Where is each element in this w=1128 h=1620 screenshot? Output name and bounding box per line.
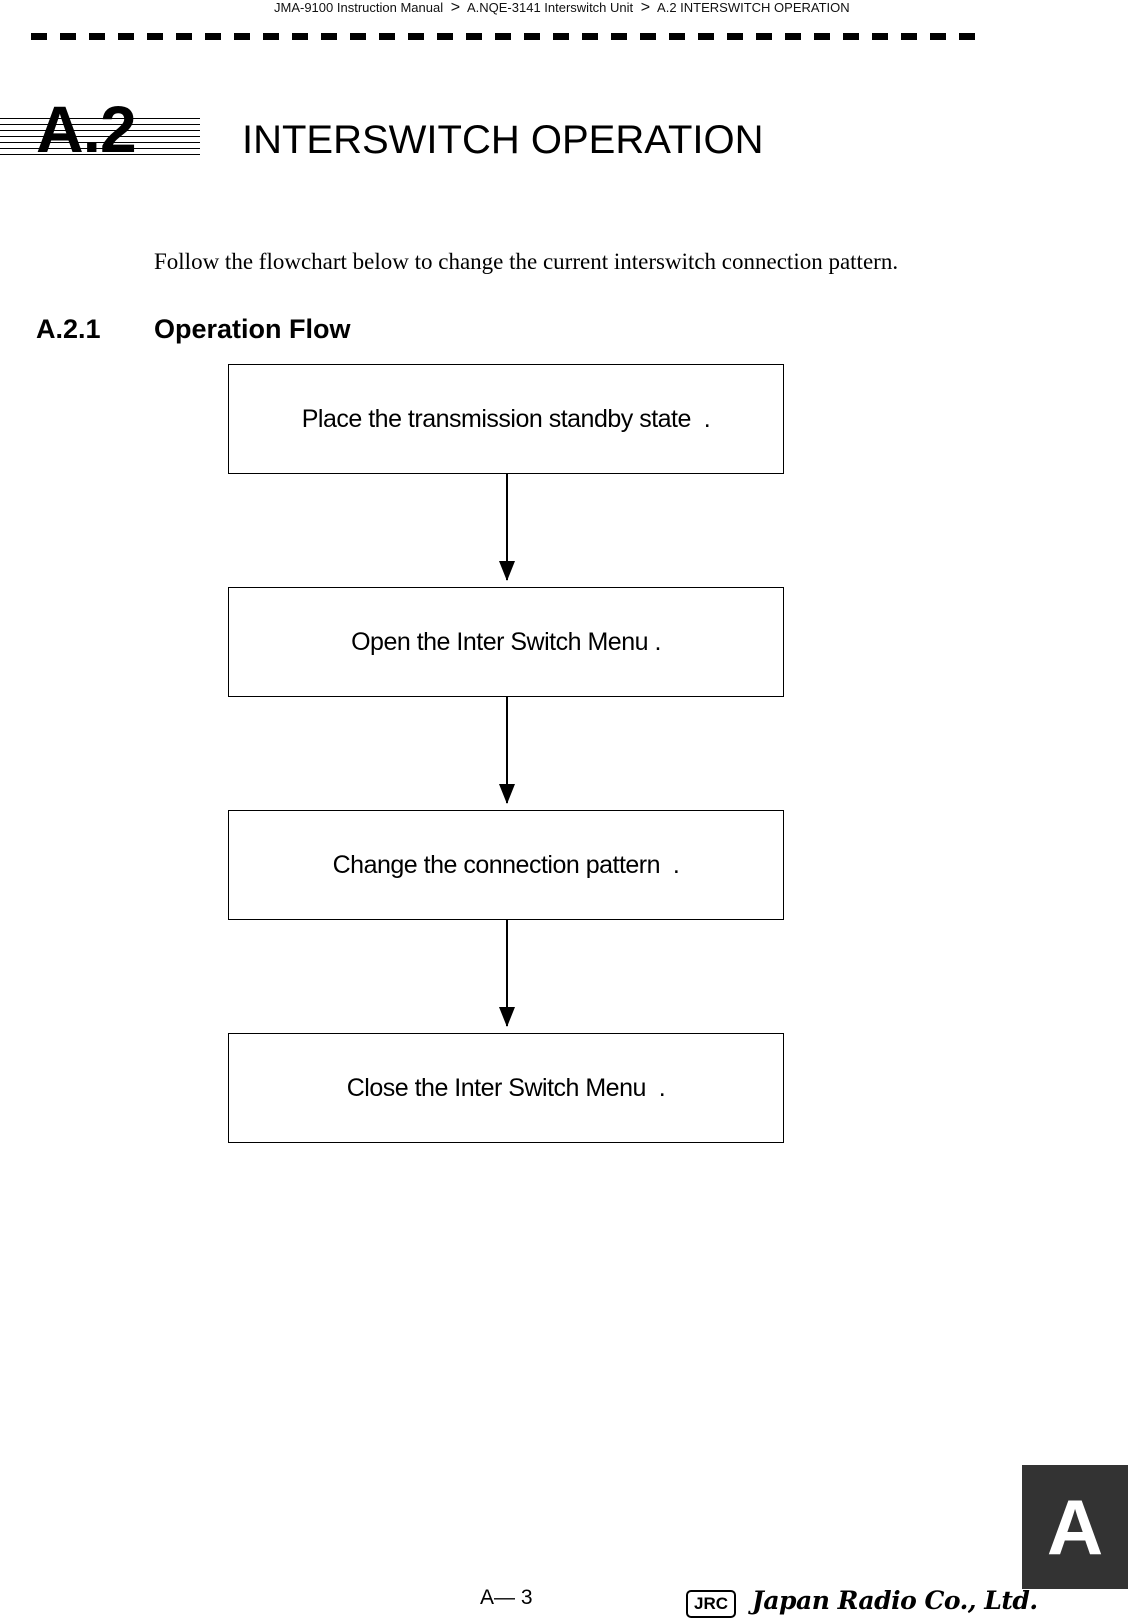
arrowhead-icon [499, 784, 515, 804]
breadcrumb-item-current[interactable]: A.2 INTERSWITCH OPERATION [657, 0, 850, 15]
breadcrumb-separator: > [450, 0, 461, 16]
arrowhead-icon [499, 561, 515, 581]
breadcrumb-separator: > [640, 0, 651, 16]
flow-step-open-menu: Open the Inter Switch Menu . [228, 587, 784, 697]
section-title: Operation Flow [154, 314, 351, 344]
section-heading: A.2.1 Operation Flow [36, 313, 351, 345]
company-logo: Japan Radio Co., Ltd. [752, 1586, 1038, 1615]
chapter-number: A.2 [36, 92, 137, 166]
section-number: A.2.1 [36, 314, 101, 344]
breadcrumb-item-unit[interactable]: A.NQE-3141 Interswitch Unit [467, 0, 633, 15]
appendix-tab-marker: A [1022, 1465, 1128, 1589]
flow-arrow [499, 920, 515, 1027]
header-dashed-divider [31, 33, 983, 40]
jrc-logo-badge: JRC [686, 1590, 736, 1618]
flow-step-standby: Place the transmission standby state . [228, 364, 784, 474]
intro-paragraph: Follow the flowchart below to change the… [154, 249, 899, 274]
flow-arrow [499, 474, 515, 581]
appendix-tab-letter: A [1046, 1482, 1104, 1571]
flow-arrow [499, 697, 515, 804]
chapter-number-block: A.2 [0, 96, 200, 162]
page-number: A— 3 [480, 1586, 533, 1609]
chapter-title: INTERSWITCH OPERATION [242, 118, 764, 162]
breadcrumb: JMA-9100 Instruction Manual > A.NQE-3141… [274, 0, 850, 16]
arrowhead-icon [499, 1007, 515, 1027]
flow-step-change-pattern: Change the connection pattern . [228, 810, 784, 920]
flow-step-close-menu: Close the Inter Switch Menu . [228, 1033, 784, 1143]
breadcrumb-item-manual[interactable]: JMA-9100 Instruction Manual [274, 0, 443, 15]
